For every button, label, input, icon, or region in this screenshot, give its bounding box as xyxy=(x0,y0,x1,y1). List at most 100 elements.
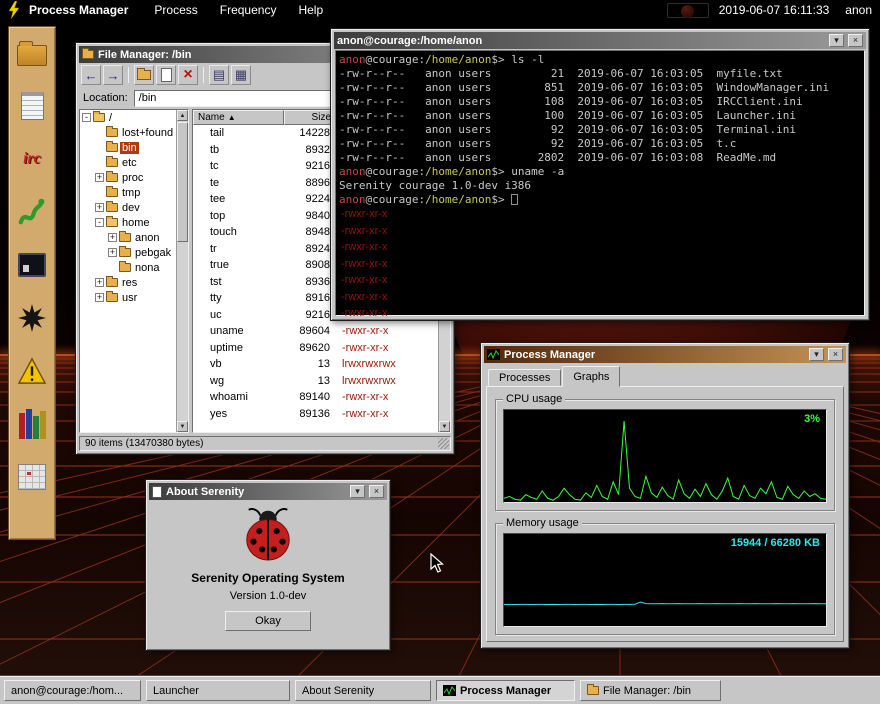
back-button[interactable] xyxy=(81,65,101,85)
version-label: Version 1.0-dev xyxy=(149,590,387,602)
location-label: Location: xyxy=(83,92,128,104)
file-row-yes[interactable]: yes89136-rwxr-xr-x xyxy=(193,406,438,423)
list-view-button[interactable] xyxy=(209,65,229,85)
plus-expander-icon[interactable]: + xyxy=(95,173,104,182)
file-row-uptime[interactable]: uptime89620-rwxr-xr-x xyxy=(193,340,438,357)
tree-item-anon[interactable]: +anon xyxy=(80,230,176,245)
column-header-name[interactable]: Name ▲ xyxy=(193,110,284,125)
menu-help[interactable]: Help xyxy=(298,3,323,17)
tree-item-home[interactable]: -home xyxy=(80,215,176,230)
clock: 2019-06-07 16:11:33 xyxy=(719,3,830,17)
tree-item-lost-found[interactable]: lost+found xyxy=(80,125,176,140)
launcher-item-terminal[interactable] xyxy=(14,249,50,281)
launcher-item-file-manager[interactable] xyxy=(14,37,50,69)
plus-expander-icon[interactable]: + xyxy=(95,203,104,212)
launcher-item-warning[interactable] xyxy=(14,355,50,387)
taskbar-button-process-manager[interactable]: Process Manager xyxy=(436,680,575,701)
close-button[interactable]: × xyxy=(828,348,843,361)
about-body: Serenity Operating System Version 1.0-de… xyxy=(149,500,387,631)
launcher-item-library[interactable] xyxy=(14,408,50,440)
launcher-item-snake[interactable] xyxy=(14,196,50,228)
taskbar-button-anon-courage-hom[interactable]: anon@courage:/hom... xyxy=(4,680,141,701)
launcher-item-settings[interactable] xyxy=(14,302,50,334)
folder-icon xyxy=(106,203,118,212)
plus-expander-icon[interactable]: + xyxy=(95,278,104,287)
about-titlebar[interactable]: About Serenity ▾ × xyxy=(149,483,387,500)
plus-expander-icon[interactable]: + xyxy=(108,233,117,242)
tree-item-bin[interactable]: bin xyxy=(80,140,176,155)
table-view-button[interactable] xyxy=(231,65,251,85)
new-file-icon xyxy=(161,68,172,82)
executable-icon xyxy=(196,310,206,320)
minus-expander-icon[interactable]: - xyxy=(95,218,104,227)
tree-item-etc[interactable]: etc xyxy=(80,155,176,170)
terminal-output[interactable]: anon@courage:/home/anon$> ls -l-rw-r--r-… xyxy=(335,50,865,316)
forward-button[interactable] xyxy=(103,65,123,85)
notepad-icon xyxy=(21,92,44,120)
taskbar-button-file-manager-bin[interactable]: File Manager: /bin xyxy=(580,680,721,701)
memory-value: 15944 / 66280 KB xyxy=(731,537,820,549)
okay-button[interactable]: Okay xyxy=(225,611,311,631)
executable-icon xyxy=(196,161,206,171)
folder-icon xyxy=(106,158,118,167)
executable-icon xyxy=(196,277,206,287)
minimize-button[interactable]: ▾ xyxy=(829,34,844,47)
folder-icon xyxy=(106,128,118,137)
parent-folder-button[interactable] xyxy=(134,65,154,85)
taskbar-button-launcher[interactable]: Launcher xyxy=(146,680,290,701)
tree-item-usr[interactable]: +usr xyxy=(80,290,176,305)
delete-button[interactable] xyxy=(178,65,198,85)
tree-item-res[interactable]: +res xyxy=(80,275,176,290)
launcher-panel: irc xyxy=(8,26,56,540)
tree-scrollbar[interactable]: ▲ ▼ xyxy=(176,110,188,432)
about-window[interactable]: About Serenity ▾ × Serenity Operating Sy… xyxy=(145,479,391,651)
file-row-wg[interactable]: wg13lrwxrwxrwx xyxy=(193,373,438,390)
plus-expander-icon[interactable]: + xyxy=(108,248,117,257)
directory-tree[interactable]: -/lost+foundbinetc+proctmp+dev-home+anon… xyxy=(79,109,189,433)
tree-item-pebgak[interactable]: +pebgak xyxy=(80,245,176,260)
process-manager-titlebar[interactable]: Process Manager ▾ × xyxy=(484,346,846,363)
launcher-item-irc-client[interactable]: irc xyxy=(14,143,50,175)
minimize-button[interactable]: ▾ xyxy=(809,348,824,361)
folder-icon xyxy=(93,113,105,122)
tree-item-nona[interactable]: nona xyxy=(80,260,176,275)
folder-icon xyxy=(82,50,94,59)
terminal-titlebar[interactable]: anon@courage:/home/anon ▾ × xyxy=(334,32,866,49)
file-row-whoami[interactable]: whoami89140-rwxr-xr-x xyxy=(193,389,438,406)
tab-graphs[interactable]: Graphs xyxy=(562,366,620,387)
close-button[interactable]: × xyxy=(369,485,384,498)
scrollbar-thumb[interactable] xyxy=(177,122,188,242)
table-view-icon xyxy=(235,67,247,83)
scroll-down-button[interactable]: ▼ xyxy=(177,421,188,432)
close-button[interactable]: × xyxy=(848,34,863,47)
column-header-size[interactable]: Size xyxy=(284,110,336,125)
tree-item-proc[interactable]: +proc xyxy=(80,170,176,185)
status-applet[interactable] xyxy=(667,3,709,18)
status-text: 90 items (13470380 bytes) xyxy=(85,438,203,449)
resize-grip[interactable] xyxy=(438,438,449,449)
tree-item-tmp[interactable]: tmp xyxy=(80,185,176,200)
minimize-button[interactable]: ▾ xyxy=(350,485,365,498)
cpu-usage-group: CPU usage 3% xyxy=(495,399,835,511)
system-menu-icon[interactable] xyxy=(8,1,20,19)
tree-item-dev[interactable]: +dev xyxy=(80,200,176,215)
folder-icon xyxy=(106,218,118,227)
taskbar-button-about-serenity[interactable]: About Serenity xyxy=(295,680,431,701)
folder-icon xyxy=(119,233,131,242)
menu-process[interactable]: Process xyxy=(154,3,197,17)
new-file-button[interactable] xyxy=(156,65,176,85)
terminal-window[interactable]: anon@courage:/home/anon ▾ × anon@courage… xyxy=(330,28,870,321)
tree-item-root[interactable]: -/ xyxy=(80,110,176,125)
minus-expander-icon[interactable]: - xyxy=(82,113,91,122)
plus-expander-icon[interactable]: + xyxy=(95,293,104,302)
scroll-up-button[interactable]: ▲ xyxy=(177,110,188,121)
menu-frequency[interactable]: Frequency xyxy=(220,3,277,17)
process-manager-window[interactable]: Process Manager ▾ × Processes Graphs CPU… xyxy=(480,342,850,649)
tab-processes[interactable]: Processes xyxy=(488,369,561,386)
launcher-item-text-editor[interactable] xyxy=(14,90,50,122)
file-row-uname[interactable]: uname89604-rwxr-xr-x xyxy=(193,323,438,340)
scroll-down-button[interactable]: ▼ xyxy=(439,421,450,432)
forward-icon xyxy=(107,68,120,83)
launcher-item-keypad[interactable] xyxy=(14,461,50,493)
file-row-vb[interactable]: vb13lrwxrwxrwx xyxy=(193,356,438,373)
